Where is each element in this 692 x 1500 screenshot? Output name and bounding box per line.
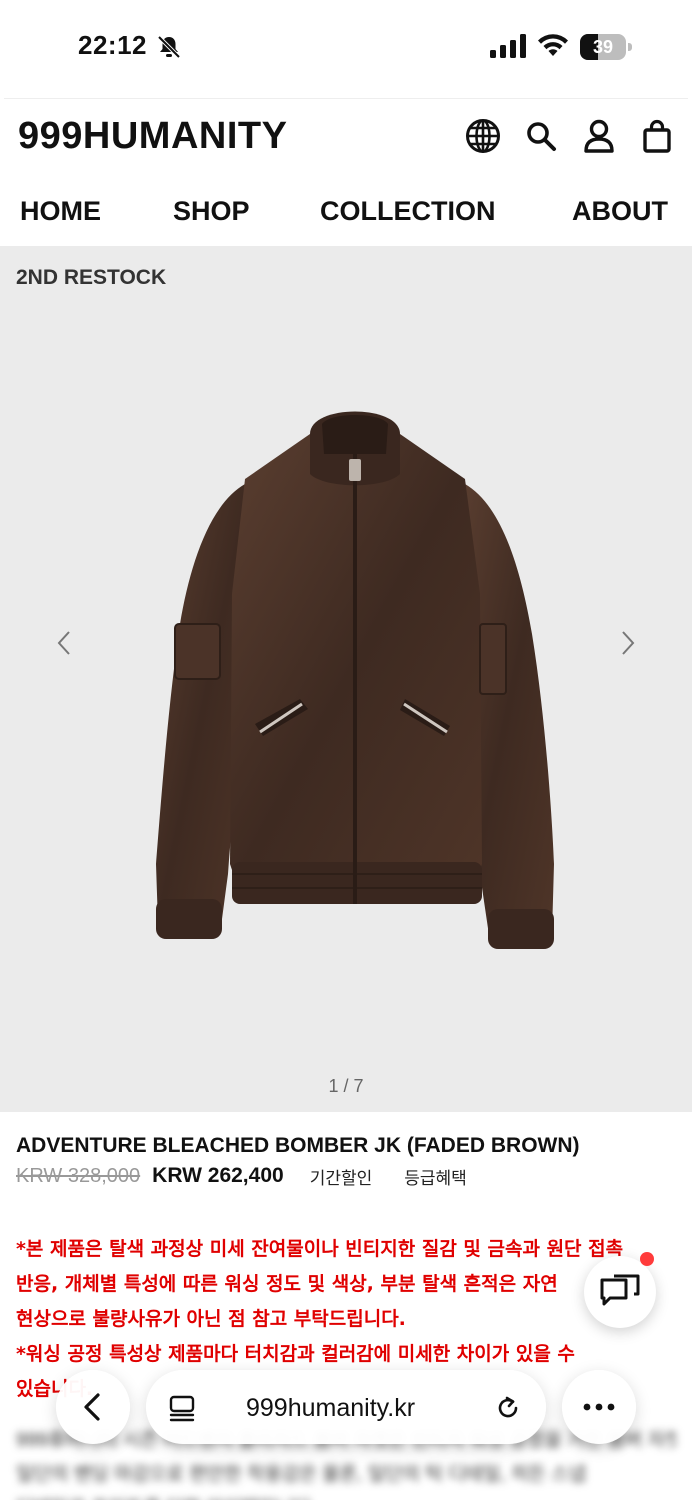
address-bar[interactable]: 999humanity.kr [146, 1370, 546, 1444]
price-row: KRW 328,000 KRW 262,400 기간할인 등급혜택 [16, 1162, 499, 1190]
account-icon[interactable] [580, 117, 618, 155]
browser-toolbar: 999humanity.kr [0, 1364, 692, 1454]
brand-logo[interactable]: 999HUMANITY [18, 115, 287, 158]
product-name: ADVENTURE BLEACHED BOMBER JK (FADED BROW… [16, 1134, 580, 1157]
globe-icon[interactable] [464, 117, 502, 155]
sale-price: KRW 262,400 [152, 1164, 284, 1187]
more-icon [583, 1403, 615, 1411]
search-icon[interactable] [522, 117, 560, 155]
notice-line: *본 제품은 탈색 과정상 미세 잔여물이나 빈티지한 질감 및 금속과 원단 … [16, 1238, 624, 1260]
main-nav: HOME SHOP COLLECTION ABOUT [4, 174, 688, 246]
period-discount-tag: 기간할인 [309, 1168, 373, 1188]
nav-shop[interactable]: SHOP [173, 196, 250, 227]
status-bar: 22:12 39 [0, 0, 692, 92]
wifi-icon [538, 34, 568, 56]
original-price: KRW 328,000 [16, 1164, 141, 1187]
back-button[interactable] [56, 1370, 130, 1444]
url-text[interactable]: 999humanity.kr [246, 1394, 415, 1423]
notification-dot [640, 1252, 654, 1266]
restock-badge: 2ND RESTOCK [16, 266, 167, 289]
battery-level: 39 [592, 37, 614, 57]
tabs-icon[interactable] [168, 1394, 196, 1422]
reload-icon[interactable] [494, 1394, 522, 1422]
chat-icon [600, 1274, 640, 1306]
nav-about[interactable]: ABOUT [572, 196, 668, 227]
grade-benefit-tag: 등급혜택 [404, 1168, 467, 1188]
nav-collection[interactable]: COLLECTION [320, 196, 496, 227]
nav-home[interactable]: HOME [20, 196, 101, 227]
chevron-left-icon[interactable] [50, 628, 80, 658]
notice-line: 현상으로 불량사유가 아닌 점 참고 부탁드립니다. [16, 1308, 406, 1330]
chat-button[interactable] [584, 1256, 656, 1328]
site-header: 999HUMANITY [4, 98, 688, 172]
product-gallery[interactable]: 2ND RESTOCK 1 / 7 [0, 246, 692, 1112]
bag-icon[interactable] [638, 117, 676, 155]
image-counter: 1 / 7 [328, 1076, 364, 1096]
battery-icon: 39 [580, 34, 632, 60]
bell-slash-icon [157, 35, 181, 59]
notice-line: 반응, 개체별 특성에 따른 워싱 정도 및 색상, 부분 탈색 흔적은 자연 [16, 1273, 558, 1295]
status-time: 22:12 [78, 30, 147, 60]
more-button[interactable] [562, 1370, 636, 1444]
description-line: 디테일로 포인트를 더한 아이템입니다. [16, 1492, 676, 1500]
description-line: 일단의 밴딩 마감으로 편안한 착용감은 물론, 일단의 턱 디테일, 히든 스… [16, 1464, 587, 1485]
chevron-right-icon[interactable] [612, 628, 642, 658]
cellular-signal-icon [490, 34, 526, 58]
product-image[interactable] [150, 394, 560, 974]
back-icon [84, 1393, 100, 1421]
